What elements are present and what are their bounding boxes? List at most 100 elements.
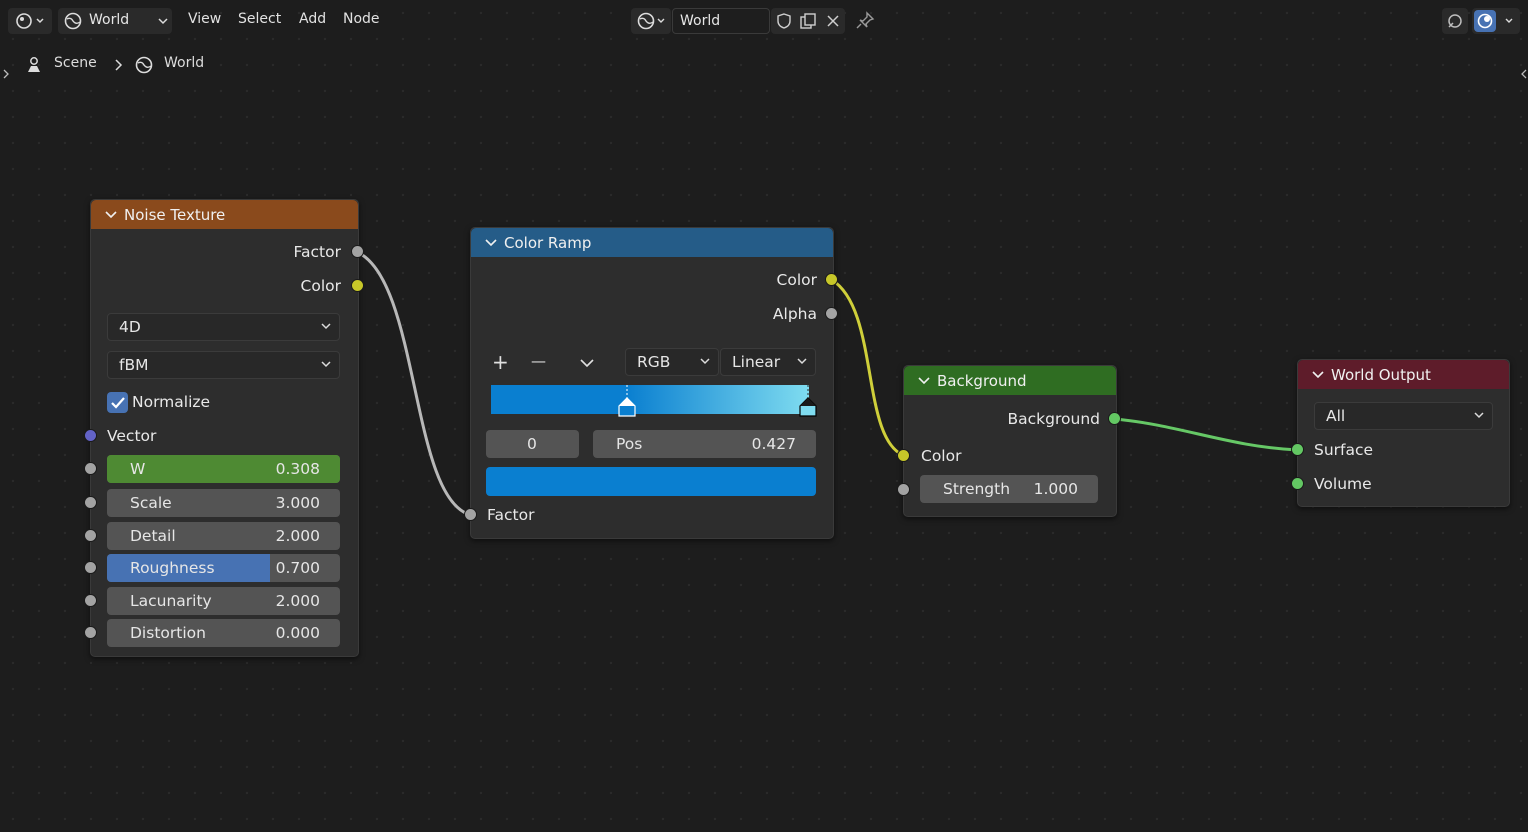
active-stop-index-field[interactable]: 0 (486, 430, 579, 458)
chevron-right-icon (115, 59, 123, 71)
output-volume-socket[interactable] (1292, 478, 1303, 489)
noise-scale-socket[interactable] (85, 497, 96, 508)
chevron-down-icon (700, 358, 710, 365)
collapse-chevron-icon[interactable] (918, 376, 930, 386)
noise-color-socket[interactable] (352, 280, 363, 291)
editor-type-button[interactable] (8, 8, 52, 34)
menu-view[interactable]: View (188, 11, 221, 27)
noise-roughness-socket[interactable] (85, 562, 96, 573)
interpolation-dropdown[interactable]: Linear (720, 348, 816, 376)
ramp-menu-chevron-icon[interactable] (580, 358, 594, 368)
collapse-chevron-icon[interactable] (485, 238, 497, 248)
unlink-close-icon[interactable] (824, 12, 842, 30)
output-color-label: Color (776, 271, 817, 289)
color-stop-1[interactable] (797, 384, 819, 418)
color-stop-0[interactable] (616, 384, 638, 418)
field-label: Scale (130, 494, 172, 512)
chevron-down-icon (797, 358, 807, 365)
shader-type-label: World (89, 12, 130, 28)
link-background-to-surface[interactable] (1114, 417, 1299, 452)
world-icon (64, 12, 82, 30)
duplicate-icon[interactable] (799, 12, 817, 30)
breadcrumb-scene: Scene (54, 55, 97, 71)
remove-stop-button[interactable]: — (531, 352, 546, 370)
world-name-text: World (680, 13, 721, 29)
stop-index-value: 0 (527, 435, 537, 453)
field-distortion[interactable]: Distortion 0.000 (107, 619, 340, 647)
background-color-socket[interactable] (898, 450, 909, 461)
noise-distortion-socket[interactable] (85, 627, 96, 638)
chevron-down-icon (321, 361, 331, 368)
fake-user-shield-icon[interactable] (775, 12, 793, 30)
background-node[interactable]: Background Background Color Strength 1.0… (903, 365, 1117, 517)
render-target-value: All (1326, 407, 1346, 425)
noise-vector-socket[interactable] (85, 430, 96, 441)
world-output-node[interactable]: World Output All Surface Volume (1297, 359, 1510, 507)
pin-icon[interactable] (855, 11, 875, 31)
checkmark-icon (111, 397, 125, 409)
node-title: Background (937, 371, 1027, 390)
interpolation-value: Linear (732, 353, 781, 371)
overlay-toggle[interactable] (1442, 8, 1468, 34)
normalize-label: Normalize (132, 393, 211, 411)
noise-factor-socket[interactable] (352, 246, 363, 257)
chevron-down-icon (321, 323, 331, 330)
field-roughness[interactable]: Roughness 0.700 (107, 554, 340, 582)
color-mode-dropdown[interactable]: RGB (625, 348, 719, 376)
menu-node[interactable]: Node (343, 11, 380, 27)
sidebar-expand-icon[interactable] (1520, 68, 1528, 80)
toolbar-expand-icon[interactable] (2, 68, 10, 80)
noise-w-socket[interactable] (85, 463, 96, 474)
field-value: 0.700 (275, 559, 320, 577)
color-ramp-gradient[interactable] (491, 385, 809, 414)
world-icon (637, 12, 665, 30)
node-header[interactable]: Color Ramp (471, 228, 833, 257)
gizmo-toggle[interactable] (1472, 8, 1520, 34)
field-lacunarity[interactable]: Lacunarity 2.000 (107, 587, 340, 615)
node-header[interactable]: Background (904, 366, 1116, 395)
output-surface-socket[interactable] (1292, 444, 1303, 455)
strength-field[interactable]: Strength 1.000 (920, 475, 1098, 503)
collapse-chevron-icon[interactable] (1312, 370, 1324, 380)
ramp-color-socket[interactable] (826, 274, 837, 285)
chevron-down-icon (1474, 412, 1484, 419)
vector-label: Vector (107, 427, 157, 445)
dimensions-dropdown[interactable]: 4D (107, 313, 340, 341)
world-name-field[interactable]: World (672, 8, 770, 34)
stop-position-field[interactable]: Pos 0.427 (593, 430, 816, 458)
chevron-down-icon (158, 18, 168, 25)
render-target-dropdown[interactable]: All (1314, 402, 1493, 430)
editor-header: World View Select Add Node World (0, 0, 1528, 42)
noise-type-dropdown[interactable]: fBM (107, 351, 340, 379)
noise-texture-node[interactable]: Noise Texture Factor Color 4D fBM Normal… (90, 199, 359, 657)
background-strength-socket[interactable] (898, 484, 909, 495)
menu-select[interactable]: Select (238, 11, 281, 27)
add-stop-button[interactable]: + (492, 350, 509, 374)
field-label: Roughness (130, 559, 215, 577)
field-w[interactable]: W 0.308 (107, 455, 340, 483)
noise-detail-socket[interactable] (85, 530, 96, 541)
field-scale[interactable]: Scale 3.000 (107, 489, 340, 517)
strength-value: 1.000 (1033, 480, 1078, 498)
link-ramp-color-to-background[interactable] (831, 278, 906, 458)
background-output-socket[interactable] (1109, 413, 1120, 424)
link-factor-to-ramp[interactable] (356, 250, 472, 517)
normalize-checkbox[interactable] (107, 392, 128, 413)
node-header[interactable]: Noise Texture (91, 200, 358, 229)
ramp-alpha-socket[interactable] (826, 308, 837, 319)
noise-type-value: fBM (119, 356, 149, 374)
field-value: 3.000 (275, 494, 320, 512)
collapse-chevron-icon[interactable] (105, 210, 117, 220)
ramp-factor-socket[interactable] (465, 509, 476, 520)
world-browse-button[interactable] (631, 8, 671, 34)
field-label: Distortion (130, 624, 206, 642)
color-ramp-node[interactable]: Color Ramp Color Alpha + — RGB Linear 0 … (470, 227, 834, 539)
node-header[interactable]: World Output (1298, 360, 1509, 389)
shader-type-dropdown[interactable]: World (58, 8, 172, 34)
input-factor-label: Factor (487, 506, 535, 524)
menu-add[interactable]: Add (299, 11, 326, 27)
input-surface-label: Surface (1314, 441, 1374, 459)
field-detail[interactable]: Detail 2.000 (107, 522, 340, 550)
noise-lacunarity-socket[interactable] (85, 595, 96, 606)
active-stop-color-swatch[interactable] (486, 467, 816, 496)
